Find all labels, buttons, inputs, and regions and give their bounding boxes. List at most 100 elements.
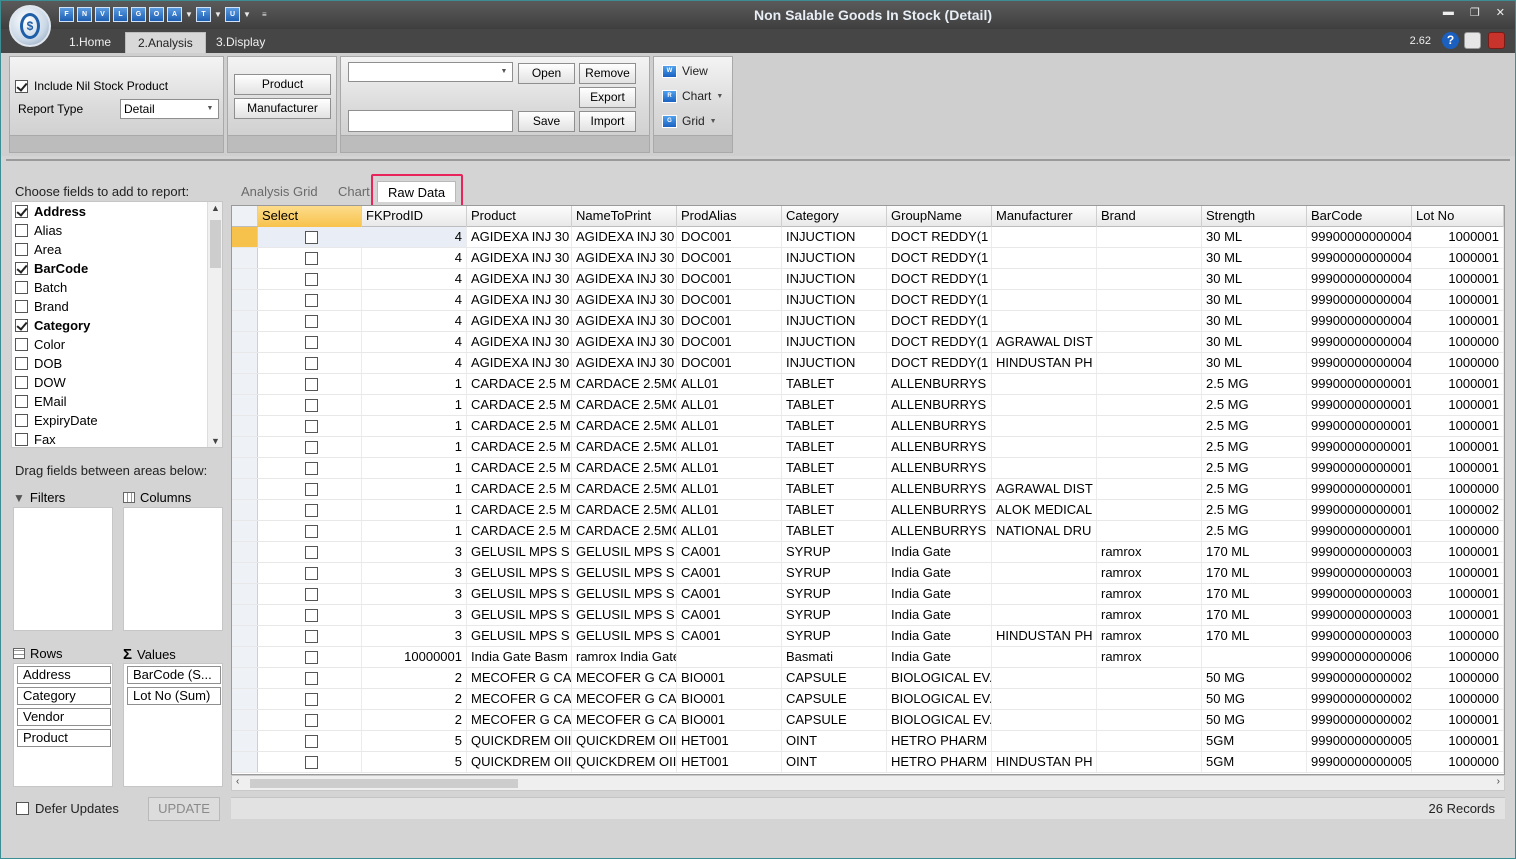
table-row[interactable]: 5 QUICKDREM OII QUICKDREM OII HET001 OINT HET… xyxy=(232,752,1504,773)
table-cell[interactable]: GELUSIL MPS S xyxy=(467,584,572,604)
table-cell[interactable]: CARDACE 2.5MG xyxy=(572,458,677,478)
table-cell[interactable]: TABLET xyxy=(782,479,887,499)
table-cell[interactable]: 1000000 xyxy=(1412,689,1504,709)
values-field-lotno[interactable]: Lot No (Sum) xyxy=(127,687,221,705)
tab-analysis[interactable]: 2.Analysis xyxy=(125,32,206,53)
table-cell[interactable]: 99900000000004 xyxy=(1307,290,1412,310)
table-cell[interactable]: CARDACE 2.5 M xyxy=(467,500,572,520)
table-cell[interactable]: 2.5 MG xyxy=(1202,395,1307,415)
defer-updates-checkbox[interactable]: Defer Updates xyxy=(16,801,119,816)
table-cell[interactable]: TABLET xyxy=(782,521,887,541)
table-cell[interactable]: 5GM xyxy=(1202,731,1307,751)
table-cell[interactable]: 1000000 xyxy=(1412,752,1504,772)
column-header[interactable]: Brand xyxy=(1097,206,1202,227)
table-cell[interactable]: HETRO PHARM xyxy=(887,752,992,772)
table-cell[interactable] xyxy=(1097,353,1202,373)
table-cell[interactable]: 30 ML xyxy=(1202,353,1307,373)
table-cell[interactable]: CA001 xyxy=(677,542,782,562)
row-checkbox[interactable] xyxy=(305,587,318,601)
table-cell[interactable]: BIO001 xyxy=(677,668,782,688)
table-cell[interactable]: Basmati xyxy=(782,647,887,667)
table-cell[interactable]: DOCT REDDY(1 xyxy=(887,311,992,331)
table-cell[interactable]: GELUSIL MPS S xyxy=(572,584,677,604)
table-cell[interactable]: ALL01 xyxy=(677,395,782,415)
table-cell[interactable]: MECOFER G CA xyxy=(467,668,572,688)
table-cell[interactable]: GELUSIL MPS S xyxy=(572,542,677,562)
table-cell[interactable]: ALLENBURRYS xyxy=(887,395,992,415)
close-icon[interactable]: ✕ xyxy=(1496,6,1505,19)
table-cell[interactable]: 99900000000001 xyxy=(1307,458,1412,478)
table-cell[interactable]: 1 xyxy=(362,479,467,499)
select-cell[interactable] xyxy=(258,269,362,289)
row-checkbox[interactable] xyxy=(305,734,318,748)
table-cell[interactable]: 1000001 xyxy=(1412,227,1504,247)
table-cell[interactable]: 1000001 xyxy=(1412,290,1504,310)
table-cell[interactable]: AGIDEXA INJ 30 xyxy=(467,248,572,268)
table-cell[interactable] xyxy=(1097,332,1202,352)
table-cell[interactable]: 30 ML xyxy=(1202,290,1307,310)
column-header[interactable]: BarCode xyxy=(1307,206,1412,227)
table-cell[interactable]: ALL01 xyxy=(677,479,782,499)
filters-area[interactable] xyxy=(13,507,113,631)
table-cell[interactable]: DOC001 xyxy=(677,332,782,352)
table-row[interactable]: 2 MECOFER G CA MECOFER G CA BIO001 CAPSULE BI… xyxy=(232,668,1504,689)
table-cell[interactable] xyxy=(1097,374,1202,394)
table-cell[interactable]: 50 MG xyxy=(1202,710,1307,730)
table-cell[interactable]: CARDACE 2.5 M xyxy=(467,437,572,457)
column-header[interactable]: Category xyxy=(782,206,887,227)
column-header[interactable]: Lot No xyxy=(1412,206,1504,227)
select-cell[interactable] xyxy=(258,416,362,436)
rows-area[interactable]: Address Category Vendor Product xyxy=(13,663,113,787)
table-cell[interactable]: GELUSIL MPS S xyxy=(467,626,572,646)
table-cell[interactable]: SYRUP xyxy=(782,563,887,583)
table-row[interactable]: 4 AGIDEXA INJ 30 AGIDEXA INJ 30 DOC001 INJUC… xyxy=(232,353,1504,374)
table-cell[interactable]: 99900000000001 xyxy=(1307,521,1412,541)
row-header[interactable] xyxy=(232,584,258,604)
table-cell[interactable]: ramrox xyxy=(1097,605,1202,625)
table-cell[interactable]: CAPSULE xyxy=(782,668,887,688)
table-cell[interactable]: CARDACE 2.5MG xyxy=(572,479,677,499)
tab-analysis-grid[interactable]: Analysis Grid xyxy=(241,181,318,202)
table-row[interactable]: 4 AGIDEXA INJ 30 AGIDEXA INJ 30 DOC001 INJUC… xyxy=(232,227,1504,248)
table-cell[interactable] xyxy=(992,416,1097,436)
table-cell[interactable]: 1 xyxy=(362,374,467,394)
table-cell[interactable]: MECOFER G CA xyxy=(467,689,572,709)
table-row[interactable]: 4 AGIDEXA INJ 30 AGIDEXA INJ 30 DOC001 INJUC… xyxy=(232,311,1504,332)
table-cell[interactable]: 1000000 xyxy=(1412,332,1504,352)
row-checkbox[interactable] xyxy=(305,713,318,727)
table-cell[interactable]: 2 xyxy=(362,668,467,688)
table-cell[interactable]: AGIDEXA INJ 30 xyxy=(467,269,572,289)
select-cell[interactable] xyxy=(258,458,362,478)
table-cell[interactable] xyxy=(1097,248,1202,268)
row-header[interactable] xyxy=(232,353,258,373)
row-checkbox[interactable] xyxy=(305,398,318,412)
field-item[interactable]: BarCode xyxy=(12,259,222,278)
table-cell[interactable]: HETRO PHARM xyxy=(887,731,992,751)
table-cell[interactable]: 4 xyxy=(362,269,467,289)
table-cell[interactable]: 99900000000001 xyxy=(1307,416,1412,436)
table-cell[interactable]: GELUSIL MPS S xyxy=(572,605,677,625)
table-cell[interactable]: India Gate xyxy=(887,563,992,583)
table-cell[interactable]: 1000001 xyxy=(1412,710,1504,730)
chevron-right-icon[interactable]: › xyxy=(1497,776,1500,787)
table-cell[interactable]: India Gate xyxy=(887,542,992,562)
open-button[interactable]: Open xyxy=(518,63,575,84)
table-cell[interactable]: CARDACE 2.5 M xyxy=(467,374,572,394)
table-cell[interactable] xyxy=(1097,458,1202,478)
table-cell[interactable]: HET001 xyxy=(677,731,782,751)
table-row[interactable]: 1 CARDACE 2.5 M CARDACE 2.5MG ALL01 TABLET AL… xyxy=(232,395,1504,416)
table-cell[interactable]: ramrox xyxy=(1097,542,1202,562)
table-cell[interactable]: HINDUSTAN PH xyxy=(992,353,1097,373)
table-cell[interactable]: SYRUP xyxy=(782,626,887,646)
table-cell[interactable] xyxy=(1097,227,1202,247)
table-cell[interactable] xyxy=(677,647,782,667)
table-cell[interactable]: 170 ML xyxy=(1202,626,1307,646)
select-cell[interactable] xyxy=(258,710,362,730)
table-row[interactable]: 2 MECOFER G CA MECOFER G CA BIO001 CAPSULE BI… xyxy=(232,689,1504,710)
tab-display[interactable]: 3.Display xyxy=(204,32,277,53)
row-header[interactable] xyxy=(232,437,258,457)
table-cell[interactable]: ALL01 xyxy=(677,437,782,457)
export-button[interactable]: Export xyxy=(579,87,636,108)
table-cell[interactable] xyxy=(992,269,1097,289)
select-cell[interactable] xyxy=(258,521,362,541)
